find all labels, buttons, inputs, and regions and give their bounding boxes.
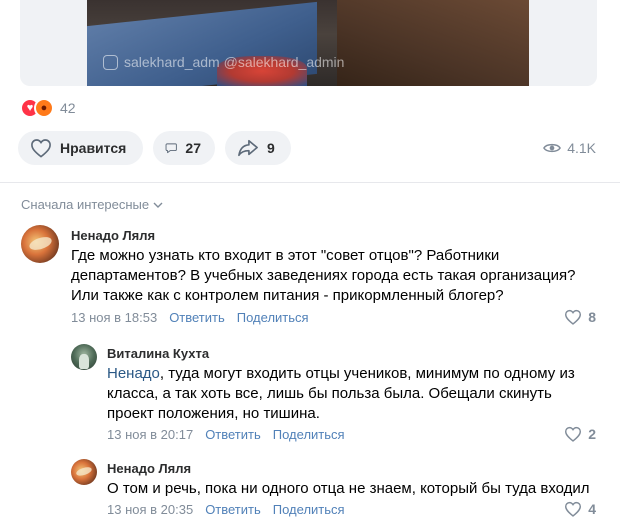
comment-like-button[interactable]: 4 <box>564 501 596 517</box>
share-comment-button[interactable]: Поделиться <box>273 502 345 517</box>
like-label: Нравится <box>60 140 127 156</box>
heart-icon <box>565 501 582 517</box>
section-divider <box>0 182 620 183</box>
photo-watermark: salekhard_adm @salekhard_admin <box>103 54 344 70</box>
comment-icon <box>165 143 177 154</box>
instagram-icon <box>103 54 118 70</box>
views-counter: 4.1K <box>543 140 596 156</box>
post-media[interactable]: salekhard_adm @salekhard_admin <box>20 0 597 86</box>
comment-likes-count: 8 <box>588 309 596 325</box>
avatar[interactable] <box>71 459 97 485</box>
share-comment-button[interactable]: Поделиться <box>237 310 309 325</box>
comment-author[interactable]: Ненадо Ляля <box>71 228 155 243</box>
comment-meta: 13 ноя в 20:35 Ответить Поделиться <box>107 502 345 517</box>
like-button[interactable]: Нравится <box>18 131 143 165</box>
share-button[interactable]: 9 <box>225 131 291 165</box>
reply-mention-link[interactable]: Ненадо <box>107 365 160 382</box>
angry-reaction-icon: ● <box>34 98 54 118</box>
comment-date[interactable]: 13 ноя в 20:35 <box>107 502 193 517</box>
comment-likes-count: 2 <box>588 426 596 442</box>
avatar[interactable] <box>21 225 59 263</box>
heart-icon <box>565 309 582 325</box>
heart-icon <box>31 139 51 158</box>
watermark-text: salekhard_adm @salekhard_admin <box>124 54 345 70</box>
comment-date[interactable]: 13 ноя в 20:17 <box>107 427 193 442</box>
reply-button[interactable]: Ответить <box>169 310 225 325</box>
comment-date[interactable]: 13 ноя в 18:53 <box>71 310 157 325</box>
reply-text: , туда могут входить отцы учеников, мини… <box>107 365 575 422</box>
comments-count: 27 <box>185 140 201 156</box>
post-actions: Нравится 27 9 <box>18 131 291 165</box>
comment-meta: 13 ноя в 18:53 Ответить Поделиться <box>71 310 309 325</box>
reactions-summary[interactable]: ♥ ● 42 <box>20 98 76 118</box>
post-photo[interactable]: salekhard_adm @salekhard_admin <box>87 0 529 86</box>
comment-like-button[interactable]: 2 <box>564 426 596 442</box>
eye-icon <box>543 143 562 153</box>
heart-icon <box>565 426 582 442</box>
views-count: 4.1K <box>567 140 596 156</box>
comment-button[interactable]: 27 <box>153 131 215 165</box>
comments-sort-dropdown[interactable]: Сначала интересные <box>21 197 163 212</box>
comment-text: Где можно узнать кто входит в этот "сове… <box>71 247 576 304</box>
share-arrow-icon <box>238 139 258 157</box>
photo-wood <box>337 0 529 86</box>
comment-author[interactable]: Ненадо Ляля <box>107 461 191 476</box>
reply-button[interactable]: Ответить <box>205 502 261 517</box>
comment-meta: 13 ноя в 20:17 Ответить Поделиться <box>107 427 345 442</box>
comment-likes-count: 4 <box>588 501 596 517</box>
sort-label: Сначала интересные <box>21 197 150 212</box>
comment-author[interactable]: Виталина Кухта <box>107 346 209 361</box>
comment-like-button[interactable]: 8 <box>564 309 596 325</box>
share-comment-button[interactable]: Поделиться <box>273 427 345 442</box>
shares-count: 9 <box>267 140 275 156</box>
comment-text: Ненадо, туда могут входить отцы учеников… <box>107 364 577 424</box>
comment-text: О том и речь, пока ни одного отца не зна… <box>107 480 590 497</box>
avatar[interactable] <box>71 344 97 370</box>
reactions-count: 42 <box>60 100 76 116</box>
reply-button[interactable]: Ответить <box>205 427 261 442</box>
chevron-down-icon <box>153 202 163 208</box>
